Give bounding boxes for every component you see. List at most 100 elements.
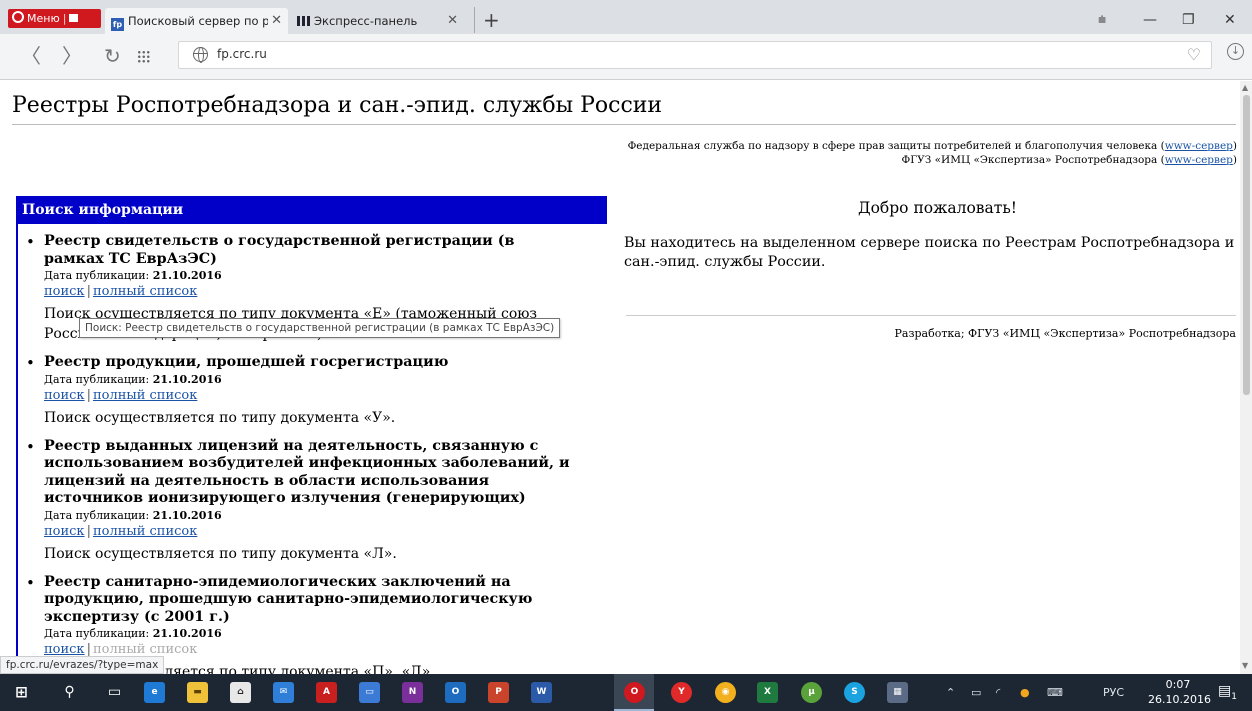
publication-date: Дата публикации: 21.10.2016 [44, 372, 222, 386]
publication-date: Дата публикации: 21.10.2016 [44, 627, 222, 640]
opera-menu-button[interactable]: Меню | [8, 9, 101, 28]
opera-logo-icon [12, 11, 24, 23]
menu-label: Меню [27, 12, 60, 25]
new-tab-button[interactable]: + [474, 7, 500, 33]
developer-credit: Разработка; ФГУЗ «ИМЦ «Экспертиза» Роспо… [894, 327, 1236, 340]
speed-dial-icon [297, 16, 310, 26]
search-link[interactable]: поиск [44, 388, 85, 403]
scroll-thumb[interactable] [1243, 95, 1250, 395]
fguz-text: ФГУЗ «ИМЦ «Экспертиза» Роспотребнадзора [901, 154, 1158, 166]
minimize-button[interactable]: — [1143, 8, 1157, 32]
computer-icon[interactable]: ▭ [359, 682, 380, 703]
divider [12, 124, 1236, 125]
chrome-icon[interactable]: ◉ [715, 682, 736, 703]
adobe-reader-icon[interactable]: A [316, 682, 337, 703]
taskbar: ⊞ ⚲ ▭ e ▬ ⌂ ✉ A ▭ N O P W O Y ◉ X µ S ▦ … [0, 674, 1252, 711]
keyboard-icon[interactable]: ⌨ [1047, 686, 1063, 699]
tab-menu-icon[interactable]: ⩧ [1098, 8, 1106, 32]
clock-date: 26.10.2016 [1148, 693, 1211, 706]
full-list-link[interactable]: полный список [93, 388, 197, 403]
address-bar-row: 〈 〉 ↻ fp.crc.ru ♡ ↓ [0, 34, 1252, 80]
back-icon[interactable]: 〈 [21, 45, 41, 67]
page-title: Реестры Роспотребнадзора и сан.-эпид. сл… [12, 93, 663, 118]
publication-date: Дата публикации: 21.10.2016 [44, 269, 222, 282]
tab-search-server[interactable]: fp Поисковый сервер по реестрам Роспотреб… [105, 8, 288, 34]
tray-chevron-icon[interactable]: ⌃ [946, 686, 955, 699]
status-url: fp.crc.ru/evrazes/?type=max [0, 656, 165, 674]
list-item: • Реестр выданных лицензий на деятельнос… [26, 437, 578, 564]
speed-dial-button-icon[interactable] [137, 50, 150, 63]
full-list-link[interactable]: полный список [93, 524, 197, 539]
close-tab-icon[interactable]: ✕ [447, 8, 458, 34]
bookmark-heart-icon[interactable]: ♡ [1187, 45, 1201, 64]
close-tab-icon[interactable]: ✕ [271, 8, 282, 34]
notifications-icon[interactable]: ▤1 [1218, 683, 1238, 702]
full-list-link[interactable]: полный список [93, 284, 197, 299]
clock-time: 0:07 [1165, 678, 1191, 691]
welcome-text: Вы находитесь на выделенном сервере поис… [624, 235, 1235, 270]
full-list-link-disabled: полный список [92, 642, 198, 657]
www-server-link-2[interactable]: www-сервер [1165, 154, 1233, 166]
web-page: Реестры Роспотребнадзора и сан.-эпид. сл… [0, 81, 1240, 674]
skype-icon[interactable]: S [844, 682, 865, 703]
utorrent-icon[interactable]: µ [801, 682, 822, 703]
tab-title: Поисковый сервер по реестрам Роспотребна… [128, 14, 268, 28]
publication-date: Дата публикации: 21.10.2016 [44, 508, 222, 522]
flag-icon [69, 14, 79, 22]
outlook-icon[interactable]: O [445, 682, 466, 703]
registry-title: Реестр выданных лицензий на деятельность… [44, 437, 570, 507]
url-text: fp.crc.ru [217, 47, 267, 61]
globe-icon [193, 47, 208, 63]
search-link[interactable]: поиск [44, 642, 85, 657]
search-link[interactable]: поиск [44, 524, 85, 539]
maximize-button[interactable]: ❐ [1182, 8, 1195, 32]
registry-title: Реестр продукции, прошедшей госрегистрац… [44, 354, 449, 370]
vertical-scrollbar[interactable]: ▲ ▼ [1240, 81, 1252, 674]
fp-favicon-icon: fp [111, 18, 124, 31]
forward-icon[interactable]: 〉 [62, 45, 82, 67]
tab-speed-dial[interactable]: Экспресс-панель ✕ [291, 8, 464, 34]
wifi-icon[interactable]: ◜ [996, 686, 1000, 699]
opera-icon[interactable]: O [624, 682, 645, 703]
yandex-icon[interactable]: Y [671, 682, 692, 703]
download-icon[interactable]: ↓ [1227, 43, 1244, 60]
powerpoint-icon[interactable]: P [488, 682, 509, 703]
search-panel-heading: Поиск информации [18, 196, 607, 224]
app-icon[interactable]: ▦ [887, 682, 908, 703]
registry-title: Реестр свидетельств о государственной ре… [44, 233, 515, 267]
excel-icon[interactable]: X [757, 682, 778, 703]
language-indicator[interactable]: РУС [1103, 686, 1124, 699]
tab-title: Экспресс-панель [314, 14, 418, 28]
clock[interactable]: 0:07 26.10.2016 [1148, 677, 1211, 707]
address-field[interactable]: fp.crc.ru ♡ [178, 41, 1212, 69]
search-link[interactable]: поиск [44, 284, 85, 299]
onenote-icon[interactable]: N [402, 682, 423, 703]
list-item: • Реестр продукции, прошедшей госрегистр… [26, 354, 578, 428]
notification-count: 1 [1231, 691, 1237, 702]
edge-icon[interactable]: e [144, 682, 165, 703]
registry-note: Поиск осуществляется по типу документа «… [44, 409, 396, 426]
tab-bar: Меню| fp Поисковый сервер по реестрам Рос… [0, 0, 1252, 34]
header-credits: Федеральная служба по надзору в сфере пр… [627, 140, 1237, 166]
scroll-up-icon[interactable]: ▲ [1242, 83, 1248, 92]
www-server-link-1[interactable]: www-сервер [1165, 140, 1233, 152]
registry-note: Поиск осуществляется по типу документа «… [44, 545, 397, 562]
task-view-icon[interactable]: ▭ [104, 682, 125, 703]
file-explorer-icon[interactable]: ▬ [187, 682, 208, 703]
windows-start-icon[interactable]: ⊞ [11, 682, 32, 703]
divider [626, 315, 1236, 316]
store-icon[interactable]: ⌂ [230, 682, 251, 703]
close-window-button[interactable]: ✕ [1224, 8, 1236, 32]
welcome-heading: Добро пожаловать! [858, 199, 1017, 217]
reload-icon[interactable]: ↻ [104, 45, 121, 67]
fed-service-text: Федеральная служба по надзору в сфере пр… [627, 140, 1158, 152]
search-panel: Поиск информации • Реестр свидетельств о… [16, 196, 607, 674]
word-icon[interactable]: W [531, 682, 552, 703]
app-tray-icon[interactable]: ● [1020, 686, 1030, 699]
search-icon[interactable]: ⚲ [59, 682, 80, 703]
scroll-down-icon[interactable]: ▼ [1242, 661, 1248, 670]
mail-icon[interactable]: ✉ [273, 682, 294, 703]
registry-list: • Реестр свидетельств о государственной … [18, 224, 578, 674]
registry-title: Реестр санитарно-эпидемиологических закл… [44, 573, 533, 625]
battery-icon[interactable]: ▭ [971, 686, 981, 699]
